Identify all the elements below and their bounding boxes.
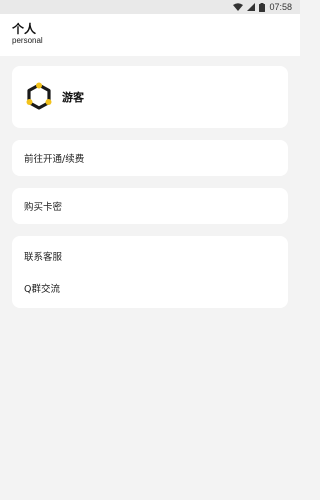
battery-icon bbox=[259, 2, 266, 12]
page-subtitle: personal bbox=[12, 36, 43, 45]
page-header: 个人 personal bbox=[0, 14, 300, 56]
profile-name: 游客 bbox=[62, 91, 84, 104]
signal-icon bbox=[247, 3, 256, 11]
subscribe-renew-label: 前往开通/续费 bbox=[24, 154, 85, 165]
support-card: 联系客服 Q群交流 bbox=[12, 236, 288, 308]
hexagon-logo-icon bbox=[24, 82, 54, 112]
buy-card-key-label: 购买卡密 bbox=[24, 202, 63, 213]
contact-support-label: 联系客服 bbox=[24, 252, 63, 263]
profile-card[interactable]: 游客 bbox=[12, 66, 288, 128]
buy-card-key-item[interactable]: 购买卡密 bbox=[12, 188, 288, 224]
subscribe-renew-item[interactable]: 前往开通/续费 bbox=[12, 140, 288, 176]
buy-card-card: 购买卡密 bbox=[12, 188, 288, 224]
subscribe-card: 前往开通/续费 bbox=[12, 140, 288, 176]
status-time: 07:58 bbox=[269, 2, 292, 12]
status-bar: 07:58 bbox=[0, 0, 300, 14]
wifi-icon bbox=[233, 3, 244, 11]
page-title: 个人 bbox=[12, 22, 37, 36]
qq-group-label: Q群交流 bbox=[24, 284, 60, 295]
main-content: 游客 前往开通/续费 购买卡密 联系客服 Q群交流 bbox=[0, 66, 300, 308]
qq-group-item[interactable]: Q群交流 bbox=[12, 272, 288, 304]
contact-support-item[interactable]: 联系客服 bbox=[12, 240, 288, 272]
